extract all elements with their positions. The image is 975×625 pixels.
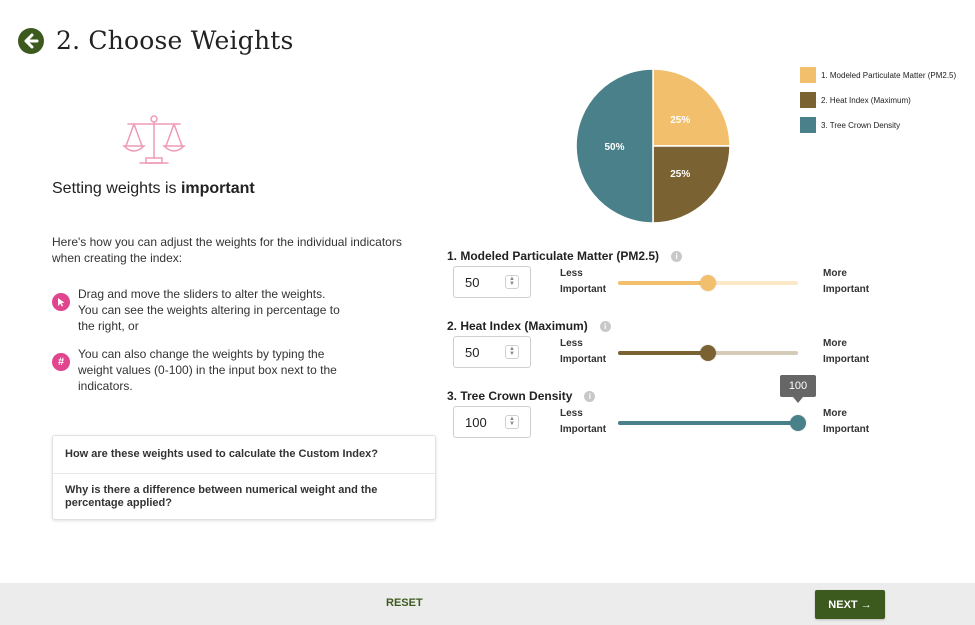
legend-swatch [800, 117, 816, 133]
back-button[interactable] [18, 27, 44, 54]
next-button[interactable]: NEXT → [815, 590, 885, 619]
indicator-title-text: 2. Heat Index (Maximum) [447, 319, 588, 333]
weight-slider-heat-index[interactable] [618, 345, 798, 361]
pie-slice-label: 50% [604, 142, 624, 153]
info-icon[interactable]: i [599, 320, 611, 332]
legend-item-heat-index: 2. Heat Index (Maximum) [800, 91, 956, 109]
tip-drag: Drag and move the sliders to alter the w… [52, 286, 342, 334]
indicator-pm25: 1. Modeled Particulate Matter (PM2.5) i … [447, 249, 907, 319]
hash-icon: # [52, 353, 70, 371]
slider-fill [618, 351, 708, 355]
slider-thumb[interactable] [700, 345, 716, 361]
info-icon[interactable]: i [584, 390, 596, 402]
intro-description: Here's how you can adjust the weights fo… [52, 235, 402, 265]
faq-item-weight-difference[interactable]: Why is there a difference between numeri… [53, 473, 435, 519]
weight-input-pm25[interactable]: ▲▼ [453, 266, 531, 298]
less-important-label: Less Important [560, 408, 607, 435]
tip-text: Drag and move the sliders to alter the w… [78, 287, 340, 333]
page-title: 2. Choose Weights [56, 26, 294, 55]
scale-icon [122, 115, 186, 164]
arrow-left-circle-icon [24, 33, 39, 48]
indicator-title: 3. Tree Crown Density i [447, 389, 596, 403]
legend-item-pm25: 1. Modeled Particulate Matter (PM2.5) [800, 66, 956, 84]
reset-button[interactable]: RESET [386, 597, 423, 609]
slider-thumb[interactable] [700, 275, 716, 291]
footer-bar: RESET NEXT → [0, 583, 975, 625]
weight-input-value[interactable] [465, 274, 505, 290]
legend-swatch [800, 92, 816, 108]
pie-slice [652, 145, 731, 224]
tip-text: You can also change the weights by typin… [78, 347, 337, 393]
pie-slice [652, 68, 731, 147]
intro-title-prefix: Setting weights is [52, 180, 181, 197]
intro-title: Setting weights is important [52, 180, 255, 198]
weight-input-value[interactable] [465, 414, 505, 430]
less-important-label: Less Important [560, 268, 607, 295]
page-header: 2. Choose Weights [18, 26, 294, 55]
legend-label: 2. Heat Index (Maximum) [821, 95, 911, 105]
indicator-title-text: 1. Modeled Particulate Matter (PM2.5) [447, 249, 660, 263]
chart-legend: 1. Modeled Particulate Matter (PM2.5) 2.… [800, 66, 956, 141]
intro-title-emphasis: important [180, 180, 255, 197]
weight-input-heat-index[interactable]: ▲▼ [453, 336, 531, 368]
spinner-icon[interactable]: ▲ ▼ [505, 345, 519, 359]
indicator-tree-crown: 3. Tree Crown Density i ▲▼ Less Importan… [447, 375, 907, 459]
weight-slider-tree-crown[interactable]: 100 [618, 375, 816, 431]
more-important-label: More Important [823, 338, 870, 365]
legend-item-tree-crown: 3. Tree Crown Density [800, 116, 956, 134]
weight-slider-pm25[interactable] [618, 275, 798, 291]
indicator-title: 2. Heat Index (Maximum) i [447, 319, 611, 333]
cursor-icon [52, 293, 70, 311]
pie-slice-label: 25% [670, 169, 690, 180]
legend-swatch [800, 67, 816, 83]
tip-type: # You can also change the weights by typ… [52, 346, 342, 394]
less-important-label: Less Important [560, 338, 607, 365]
pie-slice-label: 25% [670, 115, 690, 126]
more-important-label: More Important [823, 268, 870, 295]
indicator-title: 1. Modeled Particulate Matter (PM2.5) i [447, 249, 683, 263]
indicator-heat-index: 2. Heat Index (Maximum) i ▲▼ Less Import… [447, 319, 907, 389]
faq-item-weights-usage[interactable]: How are these weights used to calculate … [53, 436, 435, 473]
weight-input-value[interactable] [465, 344, 505, 360]
more-important-label: More Important [823, 408, 870, 435]
slider-fill [618, 421, 798, 425]
info-icon[interactable]: i [671, 250, 683, 262]
faq-accordion: How are these weights used to calculate … [52, 435, 436, 520]
indicator-title-text: 3. Tree Crown Density [447, 389, 573, 403]
spinner-icon[interactable]: ▲ ▼ [505, 415, 519, 429]
slider-value-tooltip: 100 [780, 375, 816, 403]
slider-thumb[interactable] [790, 415, 806, 431]
weight-input-tree-crown[interactable]: ▲▼ [453, 406, 531, 438]
slider-fill [618, 281, 708, 285]
spinner-icon[interactable]: ▲ ▼ [505, 275, 519, 289]
legend-label: 3. Tree Crown Density [821, 120, 901, 130]
weights-pie-chart: 25% 25% 50% [575, 68, 731, 224]
legend-label: 1. Modeled Particulate Matter (PM2.5) [821, 70, 957, 80]
